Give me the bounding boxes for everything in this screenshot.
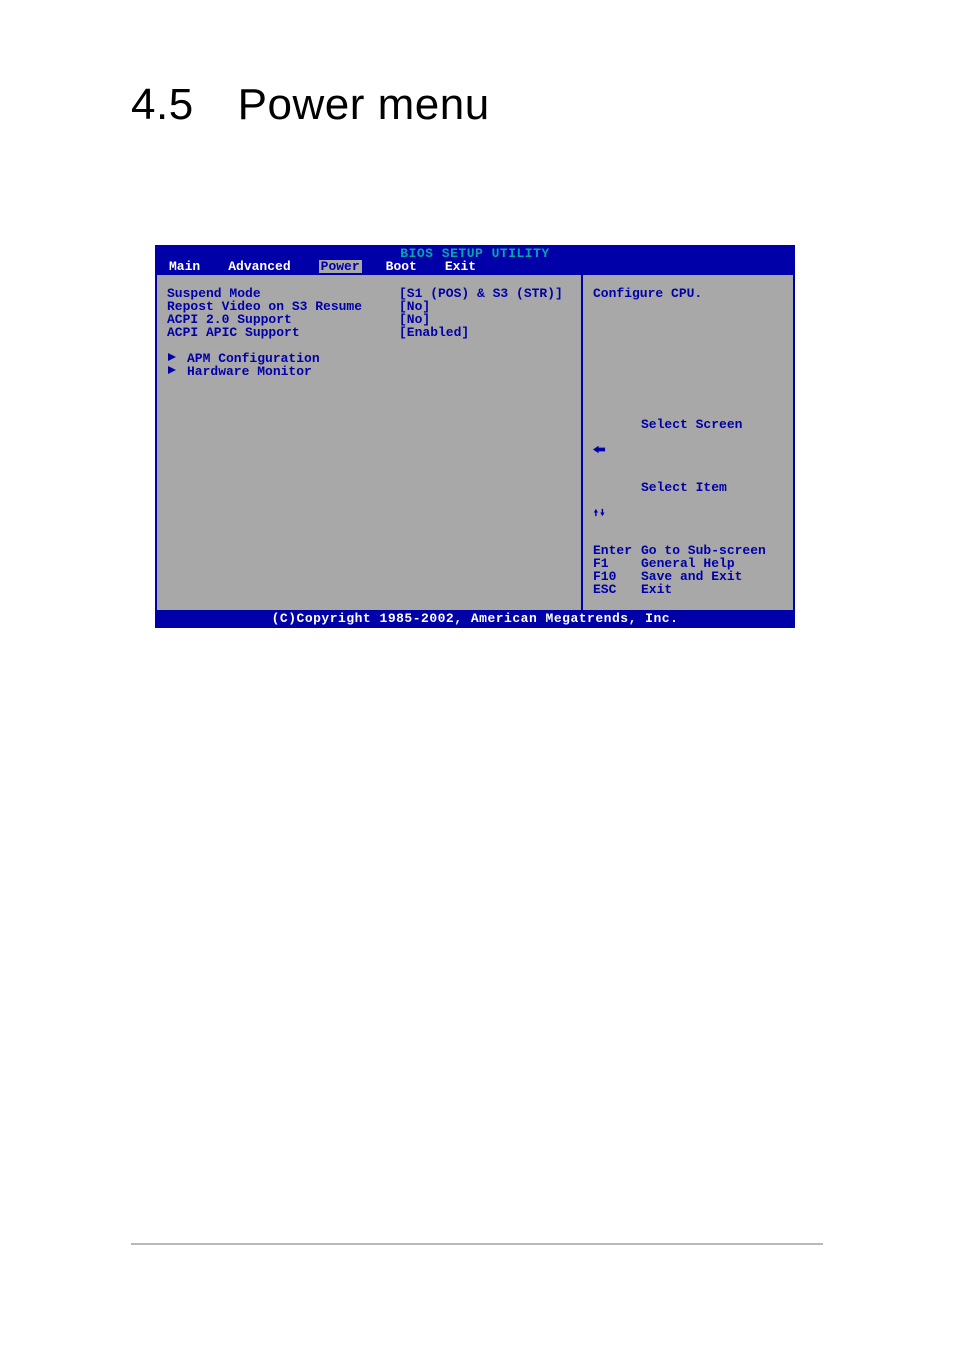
help-text: Configure CPU.: [593, 287, 785, 300]
submenu-row[interactable]: Hardware Monitor: [167, 365, 573, 378]
key-action: Select Item: [641, 481, 785, 544]
setting-label: ACPI APIC Support: [167, 326, 399, 339]
bios-header: BIOS SETUP UTILITY Main Advanced Power B…: [155, 245, 795, 275]
bios-left-pane: Suspend Mode [S1 (POS) & S3 (STR)] Repos…: [157, 275, 583, 610]
horizontal-rule: [131, 1243, 823, 1245]
bios-right-pane: Configure CPU. Select Screen Select Item…: [583, 275, 793, 610]
section-name: Power menu: [238, 80, 490, 129]
key-hint: Select Item: [593, 481, 785, 544]
key-name: ESC: [593, 583, 641, 596]
arrow-left-icon: [593, 418, 641, 481]
bios-tab-bar: Main Advanced Power Boot Exit: [155, 260, 795, 275]
triangle-right-icon: [167, 365, 177, 378]
key-hint: Select Screen: [593, 418, 785, 481]
bios-footer: (C)Copyright 1985-2002, American Megatre…: [155, 610, 795, 628]
arrow-updown-icon: [593, 481, 641, 544]
section-number: 4.5: [131, 80, 194, 130]
tab-power[interactable]: Power: [319, 260, 362, 273]
tab-main[interactable]: Main: [169, 260, 204, 273]
setting-value: [Enabled]: [399, 326, 573, 339]
tab-boot[interactable]: Boot: [386, 260, 421, 273]
key-hint: F10 Save and Exit: [593, 570, 785, 583]
key-action: Exit: [641, 583, 785, 596]
bios-screenshot: BIOS SETUP UTILITY Main Advanced Power B…: [155, 245, 795, 628]
bios-body: Suspend Mode [S1 (POS) & S3 (STR)] Repos…: [155, 275, 795, 610]
triangle-right-icon: [167, 352, 177, 365]
key-action: Select Screen: [641, 418, 785, 481]
setting-row[interactable]: ACPI APIC Support [Enabled]: [167, 326, 573, 339]
key-legend: Select Screen Select Item Enter Go to Su…: [593, 418, 785, 596]
page-title: 4.5 Power menu: [131, 80, 490, 130]
submenu-label: Hardware Monitor: [187, 365, 312, 378]
tab-exit[interactable]: Exit: [445, 260, 480, 273]
tab-advanced[interactable]: Advanced: [228, 260, 294, 273]
key-hint: ESC Exit: [593, 583, 785, 596]
